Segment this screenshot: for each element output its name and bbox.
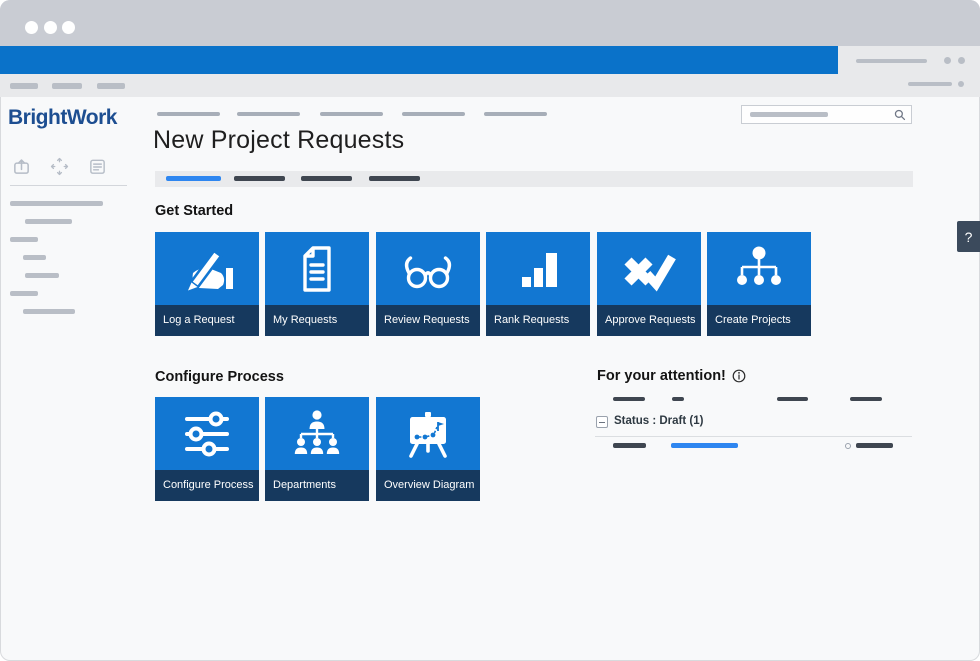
tile-review-requests[interactable]: Review Requests <box>376 232 480 336</box>
x-check-icon <box>597 232 701 305</box>
tile-label: Departments <box>265 470 369 501</box>
sidebar-item-placeholder[interactable] <box>10 237 38 242</box>
tile-create-projects[interactable]: Create Projects <box>707 232 811 336</box>
tab-item[interactable] <box>301 176 352 181</box>
tile-label: Review Requests <box>376 305 480 336</box>
tile-label: Approve Requests <box>597 305 701 336</box>
tile-label: Create Projects <box>707 305 811 336</box>
brightwork-logo: BrightWork <box>8 106 117 130</box>
tile-configure-process[interactable]: Configure Process <box>155 397 259 501</box>
breadcrumb-placeholder[interactable] <box>237 112 300 116</box>
attention-column-placeholder <box>850 397 882 401</box>
section-heading: Get Started <box>155 203 233 219</box>
sliders-icon <box>155 397 259 470</box>
breadcrumb-placeholder[interactable] <box>320 112 383 116</box>
window-dot-icon[interactable] <box>44 21 57 34</box>
tile-label: Log a Request <box>155 305 259 336</box>
section-heading: Configure Process <box>155 369 284 385</box>
write-hand-icon <box>155 232 259 305</box>
suite-bar-brand <box>0 46 838 74</box>
tab-item[interactable] <box>369 176 420 181</box>
sidebar-item-placeholder[interactable] <box>10 201 103 206</box>
ribbon-bar <box>0 74 980 97</box>
sidebar-item-placeholder[interactable] <box>25 219 72 224</box>
attention-radio-icon[interactable] <box>845 443 851 449</box>
sidebar-item-placeholder[interactable] <box>23 309 75 314</box>
glasses-icon <box>376 232 480 305</box>
page-title: New Project Requests <box>153 126 404 155</box>
status-group-label: Status : Draft (1) <box>614 415 703 427</box>
tab-active[interactable] <box>166 176 221 181</box>
window-dot-icon[interactable] <box>25 21 38 34</box>
tile-departments[interactable]: Departments <box>265 397 369 501</box>
app-window: BrightWork <box>0 0 980 661</box>
tile-label: Rank Requests <box>486 305 590 336</box>
tab-item[interactable] <box>234 176 285 181</box>
upload-icon[interactable] <box>12 157 31 176</box>
magnifier-icon[interactable] <box>894 109 906 121</box>
ribbon-right-icon[interactable] <box>958 81 964 87</box>
attention-divider <box>595 436 912 437</box>
bar-chart-icon <box>486 232 590 305</box>
sidebar-item-placeholder[interactable] <box>23 255 46 260</box>
tile-rank-requests[interactable]: Rank Requests <box>486 232 590 336</box>
notes-icon[interactable] <box>88 157 107 176</box>
tile-label: My Requests <box>265 305 369 336</box>
tile-overview-diagram[interactable]: Overview Diagram <box>376 397 480 501</box>
ribbon-tab-placeholder[interactable] <box>10 83 38 89</box>
ribbon-tab-placeholder[interactable] <box>97 83 125 89</box>
sidebar-item-placeholder[interactable] <box>25 273 59 278</box>
attention-row-placeholder <box>856 443 893 448</box>
tile-approve-requests[interactable]: Approve Requests <box>597 232 701 336</box>
attention-row-placeholder <box>613 443 646 448</box>
window-dot-icon[interactable] <box>62 21 75 34</box>
ribbon-tab-placeholder[interactable] <box>52 83 82 89</box>
attention-column-placeholder <box>613 397 645 401</box>
document-icon <box>265 232 369 305</box>
tile-log-a-request[interactable]: Log a Request <box>155 232 259 336</box>
people-org-icon <box>265 397 369 470</box>
info-icon[interactable] <box>732 369 746 383</box>
collapse-group-icon[interactable] <box>596 416 608 428</box>
window-titlebar <box>0 0 980 46</box>
ribbon-right-placeholder <box>908 82 952 86</box>
attention-heading: For your attention! <box>597 368 746 384</box>
attention-column-placeholder <box>777 397 808 401</box>
easel-icon <box>376 397 480 470</box>
move-icon[interactable] <box>50 157 69 176</box>
help-button[interactable]: ? <box>957 221 980 252</box>
breadcrumb-placeholder[interactable] <box>402 112 465 116</box>
tile-my-requests[interactable]: My Requests <box>265 232 369 336</box>
suite-user-placeholder <box>856 59 927 63</box>
attention-column-placeholder <box>672 397 684 401</box>
tile-label: Configure Process <box>155 470 259 501</box>
suite-settings-icon[interactable] <box>944 57 951 64</box>
search-input[interactable] <box>741 105 912 124</box>
attention-heading-text: For your attention! <box>597 368 726 384</box>
breadcrumb-placeholder[interactable] <box>157 112 220 116</box>
attention-progress-bar <box>671 443 738 448</box>
breadcrumb-placeholder[interactable] <box>484 112 547 116</box>
suite-help-icon[interactable] <box>958 57 965 64</box>
sidebar-divider <box>10 185 127 186</box>
sidebar-item-placeholder[interactable] <box>10 291 38 296</box>
search-placeholder <box>750 112 828 117</box>
org-chart-icon <box>707 232 811 305</box>
tile-label: Overview Diagram <box>376 470 480 501</box>
